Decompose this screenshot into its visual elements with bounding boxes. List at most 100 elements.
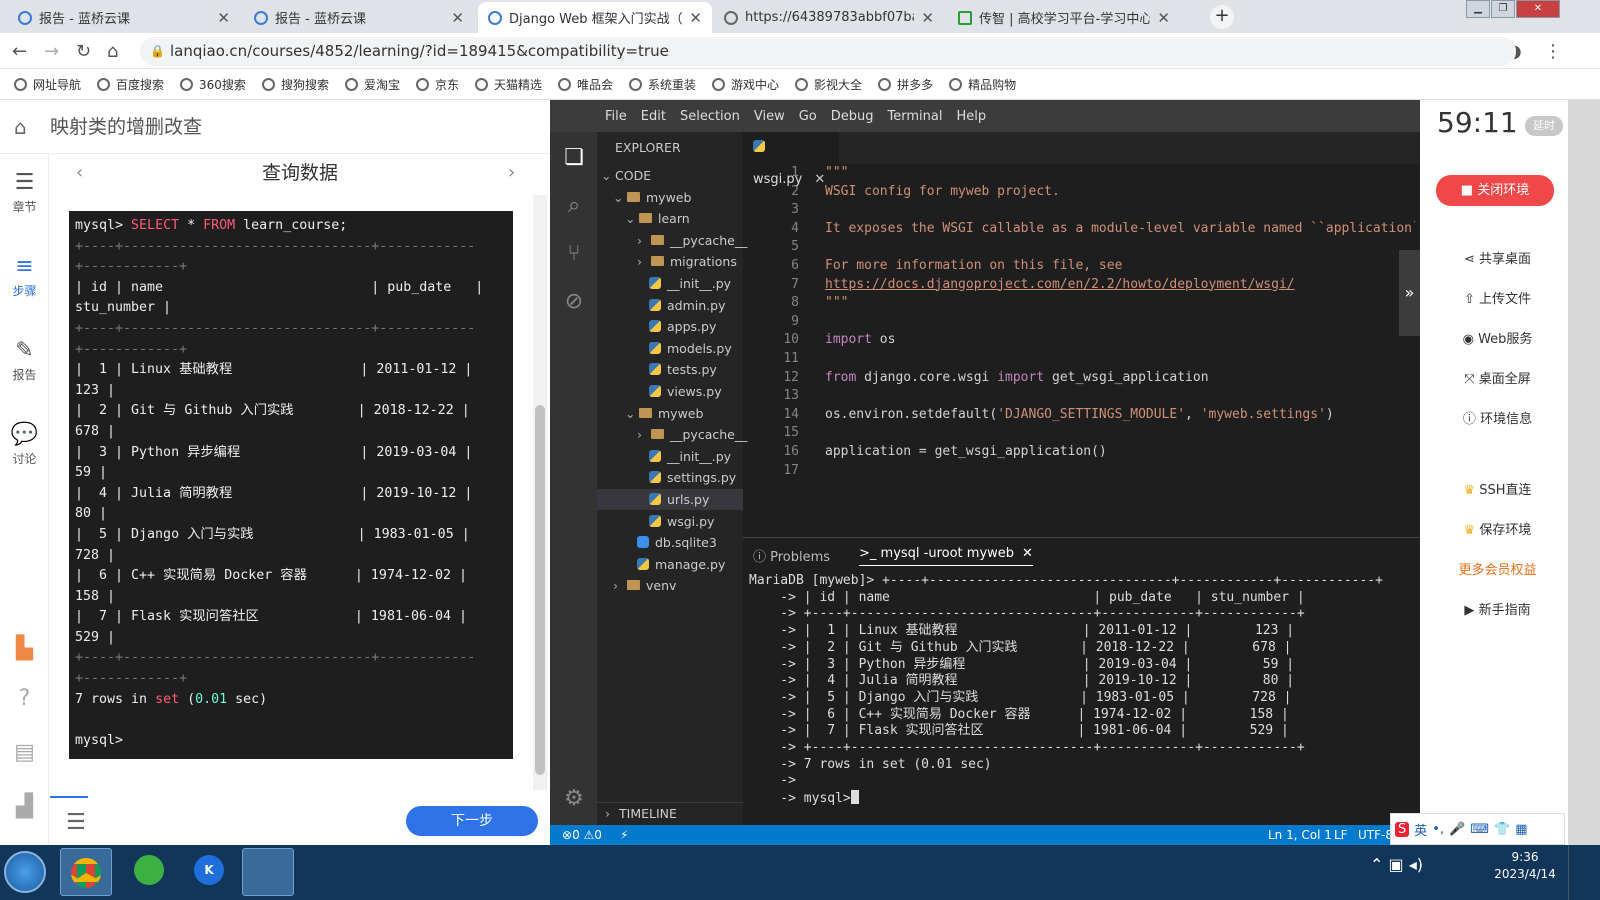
clock[interactable]: 9:36 2023/4/14 <box>1490 849 1560 883</box>
close-tab-icon[interactable]: ✕ <box>689 9 702 27</box>
tree-item[interactable]: ⌄ learn <box>597 208 743 229</box>
menu-selection[interactable]: Selection <box>673 109 747 124</box>
tree-item[interactable]: › venv <box>597 575 743 596</box>
lightning-icon[interactable]: ⚡ <box>620 825 628 845</box>
close-env-button[interactable]: ■ 关闭环境 <box>1436 175 1554 206</box>
ie-taskbar-icon[interactable] <box>134 855 164 885</box>
url-input[interactable]: 🔒 lanqiao.cn/courses/4852/learning/?id=18… <box>140 37 1516 66</box>
editor-tab-wsgi[interactable]: wsgi.py ✕ <box>743 132 839 187</box>
help-icon[interactable]: ? <box>0 686 49 714</box>
bookmark-item[interactable]: 京东 <box>415 76 459 93</box>
code-editor[interactable]: 1 2 3 4 5 6 7 8 9 10 11 12 13 14 15 16 17 """ WSGI config… <box>743 164 1420 536</box>
sidebar-item-discussion[interactable]: 💬 讨论 <box>0 422 49 467</box>
save-env-button[interactable]: ♛ 保存环境 <box>1440 519 1555 538</box>
tree-item[interactable]: __init__.py <box>597 273 743 294</box>
tree-item[interactable]: settings.py <box>597 467 743 488</box>
tree-item[interactable]: db.sqlite3 <box>597 532 743 553</box>
tree-item[interactable]: wsgi.py <box>597 511 743 532</box>
menu-terminal[interactable]: Terminal <box>881 109 950 124</box>
cursor-position[interactable]: Ln 1, Col 1 <box>1268 825 1332 845</box>
web-service-button[interactable]: ◉ Web服务 <box>1440 328 1555 347</box>
bookmark-item[interactable]: 爱淘宝 <box>344 76 400 93</box>
close-tab-icon[interactable]: ✕ <box>451 9 464 27</box>
tree-item[interactable]: admin.py <box>597 295 743 316</box>
start-button[interactable] <box>4 851 46 893</box>
bookmark-item[interactable]: 系统重装 <box>629 76 696 93</box>
new-tab-button[interactable]: + <box>1210 5 1234 29</box>
back-icon[interactable]: ← <box>12 41 27 62</box>
timeline-section[interactable]: › TIMELINE <box>597 802 743 823</box>
tree-item[interactable]: ⌄ myweb <box>597 187 743 208</box>
tree-item[interactable]: ⌄ myweb <box>597 403 743 424</box>
debug-icon[interactable]: ⊘ <box>562 290 586 314</box>
bookmark-item[interactable]: 拼多多 <box>878 76 933 93</box>
menu-help[interactable]: Help <box>949 109 993 124</box>
source-control-icon[interactable]: ⑂ <box>562 242 586 266</box>
bookmark-item[interactable]: 360搜索 <box>180 76 246 93</box>
home-icon[interactable]: ⌂ <box>107 41 118 62</box>
tree-item[interactable]: › __pycache__ <box>597 230 747 251</box>
bookmark-item[interactable]: 影视大全 <box>795 76 862 93</box>
lesson-scrollbar[interactable] <box>533 195 547 790</box>
list-icon[interactable]: ☰ <box>66 810 86 835</box>
close-terminal-icon[interactable]: ✕ <box>1022 546 1033 561</box>
tree-item[interactable]: › migrations <box>597 251 743 272</box>
share-desktop-button[interactable]: ⋖ 共享桌面 <box>1440 248 1555 267</box>
env-info-button[interactable]: ⓘ 环境信息 <box>1440 408 1555 427</box>
search-icon[interactable]: ⌕ <box>562 194 586 218</box>
integrated-terminal[interactable]: MariaDB [myweb]> +----+-----------------… <box>749 573 1417 823</box>
bookmark-item[interactable]: 游戏中心 <box>712 76 779 93</box>
menu-edit[interactable]: Edit <box>634 109 673 124</box>
bookmark-item[interactable]: 搜狗搜索 <box>261 76 329 93</box>
close-tab-icon[interactable]: ✕ <box>921 9 934 27</box>
sidebar-item-report[interactable]: ✎ 报告 <box>0 338 49 383</box>
collapse-panel-button[interactable]: » <box>1399 250 1420 336</box>
bookmark-item[interactable]: 网址导航 <box>14 76 81 93</box>
tree-item[interactable]: manage.py <box>597 554 743 575</box>
upload-file-button[interactable]: ⇧ 上传文件 <box>1440 288 1555 307</box>
encoding-status[interactable]: UTF-8 <box>1358 825 1393 845</box>
menu-view[interactable]: View <box>747 109 792 124</box>
files-icon[interactable]: ❏ <box>562 146 586 170</box>
extend-button[interactable]: 延时 <box>1525 116 1563 136</box>
sidebar-item-chapters[interactable]: ☰ 章节 <box>0 170 49 215</box>
tree-item[interactable]: models.py <box>597 338 743 359</box>
tree-item[interactable]: apps.py <box>597 316 743 337</box>
member-benefits-link[interactable]: 更多会员权益 <box>1440 559 1555 578</box>
close-tab-icon[interactable]: ✕ <box>1157 9 1170 27</box>
maximize-button[interactable]: ❐ <box>1491 0 1515 18</box>
settings-gear-icon[interactable]: ⚙ <box>562 787 586 811</box>
menu-kebab-icon[interactable]: ⋮ <box>1544 41 1562 62</box>
reload-icon[interactable]: ↻ <box>76 41 91 62</box>
eol-status[interactable]: LF <box>1334 825 1348 845</box>
menu-debug[interactable]: Debug <box>824 109 881 124</box>
stats-icon[interactable]: ▟ <box>0 794 49 822</box>
chrome-taskbar-icon[interactable] <box>60 848 112 896</box>
problems-status[interactable]: ⊗0 ⚠0 <box>562 825 602 845</box>
bookmark-item[interactable]: 精品购物 <box>949 76 1016 93</box>
tree-item[interactable]: tests.py <box>597 359 743 380</box>
browser-tab[interactable]: 报告 - 蓝桥云课 ✕ <box>8 2 240 33</box>
tree-item[interactable]: › __pycache__ <box>597 424 747 445</box>
fullscreen-button[interactable]: ⤧ 桌面全屏 <box>1440 368 1555 387</box>
tab-problems[interactable]: ⓘ Problems <box>753 546 830 565</box>
tree-item[interactable]: views.py <box>597 381 743 402</box>
minimize-button[interactable]: ▁ <box>1466 0 1490 18</box>
users-taskbar-icon[interactable] <box>242 848 294 896</box>
sidebar-item-steps[interactable]: ≡ 步骤 <box>0 254 49 299</box>
browser-tab[interactable]: 报告 - 蓝桥云课 ✕ <box>244 2 474 33</box>
next-step-button[interactable]: 下一步 <box>406 806 538 836</box>
menu-go[interactable]: Go <box>792 109 824 124</box>
k-app-taskbar-icon[interactable]: K <box>194 855 224 885</box>
ime-toolbar[interactable]: S 英 •, 🎤 ⌨ 👕 ▦ <box>1390 813 1565 845</box>
ranking-icon[interactable]: ▙ <box>0 636 49 664</box>
explorer-section-code[interactable]: ⌄ CODE <box>597 165 743 186</box>
tree-item[interactable]: urls.py <box>597 489 743 510</box>
tree-item[interactable]: __init__.py <box>597 446 743 467</box>
menu-file[interactable]: File <box>598 109 634 124</box>
tab-terminal[interactable]: >_ mysql -uroot myweb ✕ <box>859 546 1033 566</box>
bookmark-item[interactable]: 唯品会 <box>558 76 613 93</box>
bookmark-item[interactable]: 天猫精选 <box>474 76 542 93</box>
close-window-button[interactable]: ✕ <box>1516 0 1560 18</box>
guide-button[interactable]: ▶ 新手指南 <box>1440 599 1555 618</box>
